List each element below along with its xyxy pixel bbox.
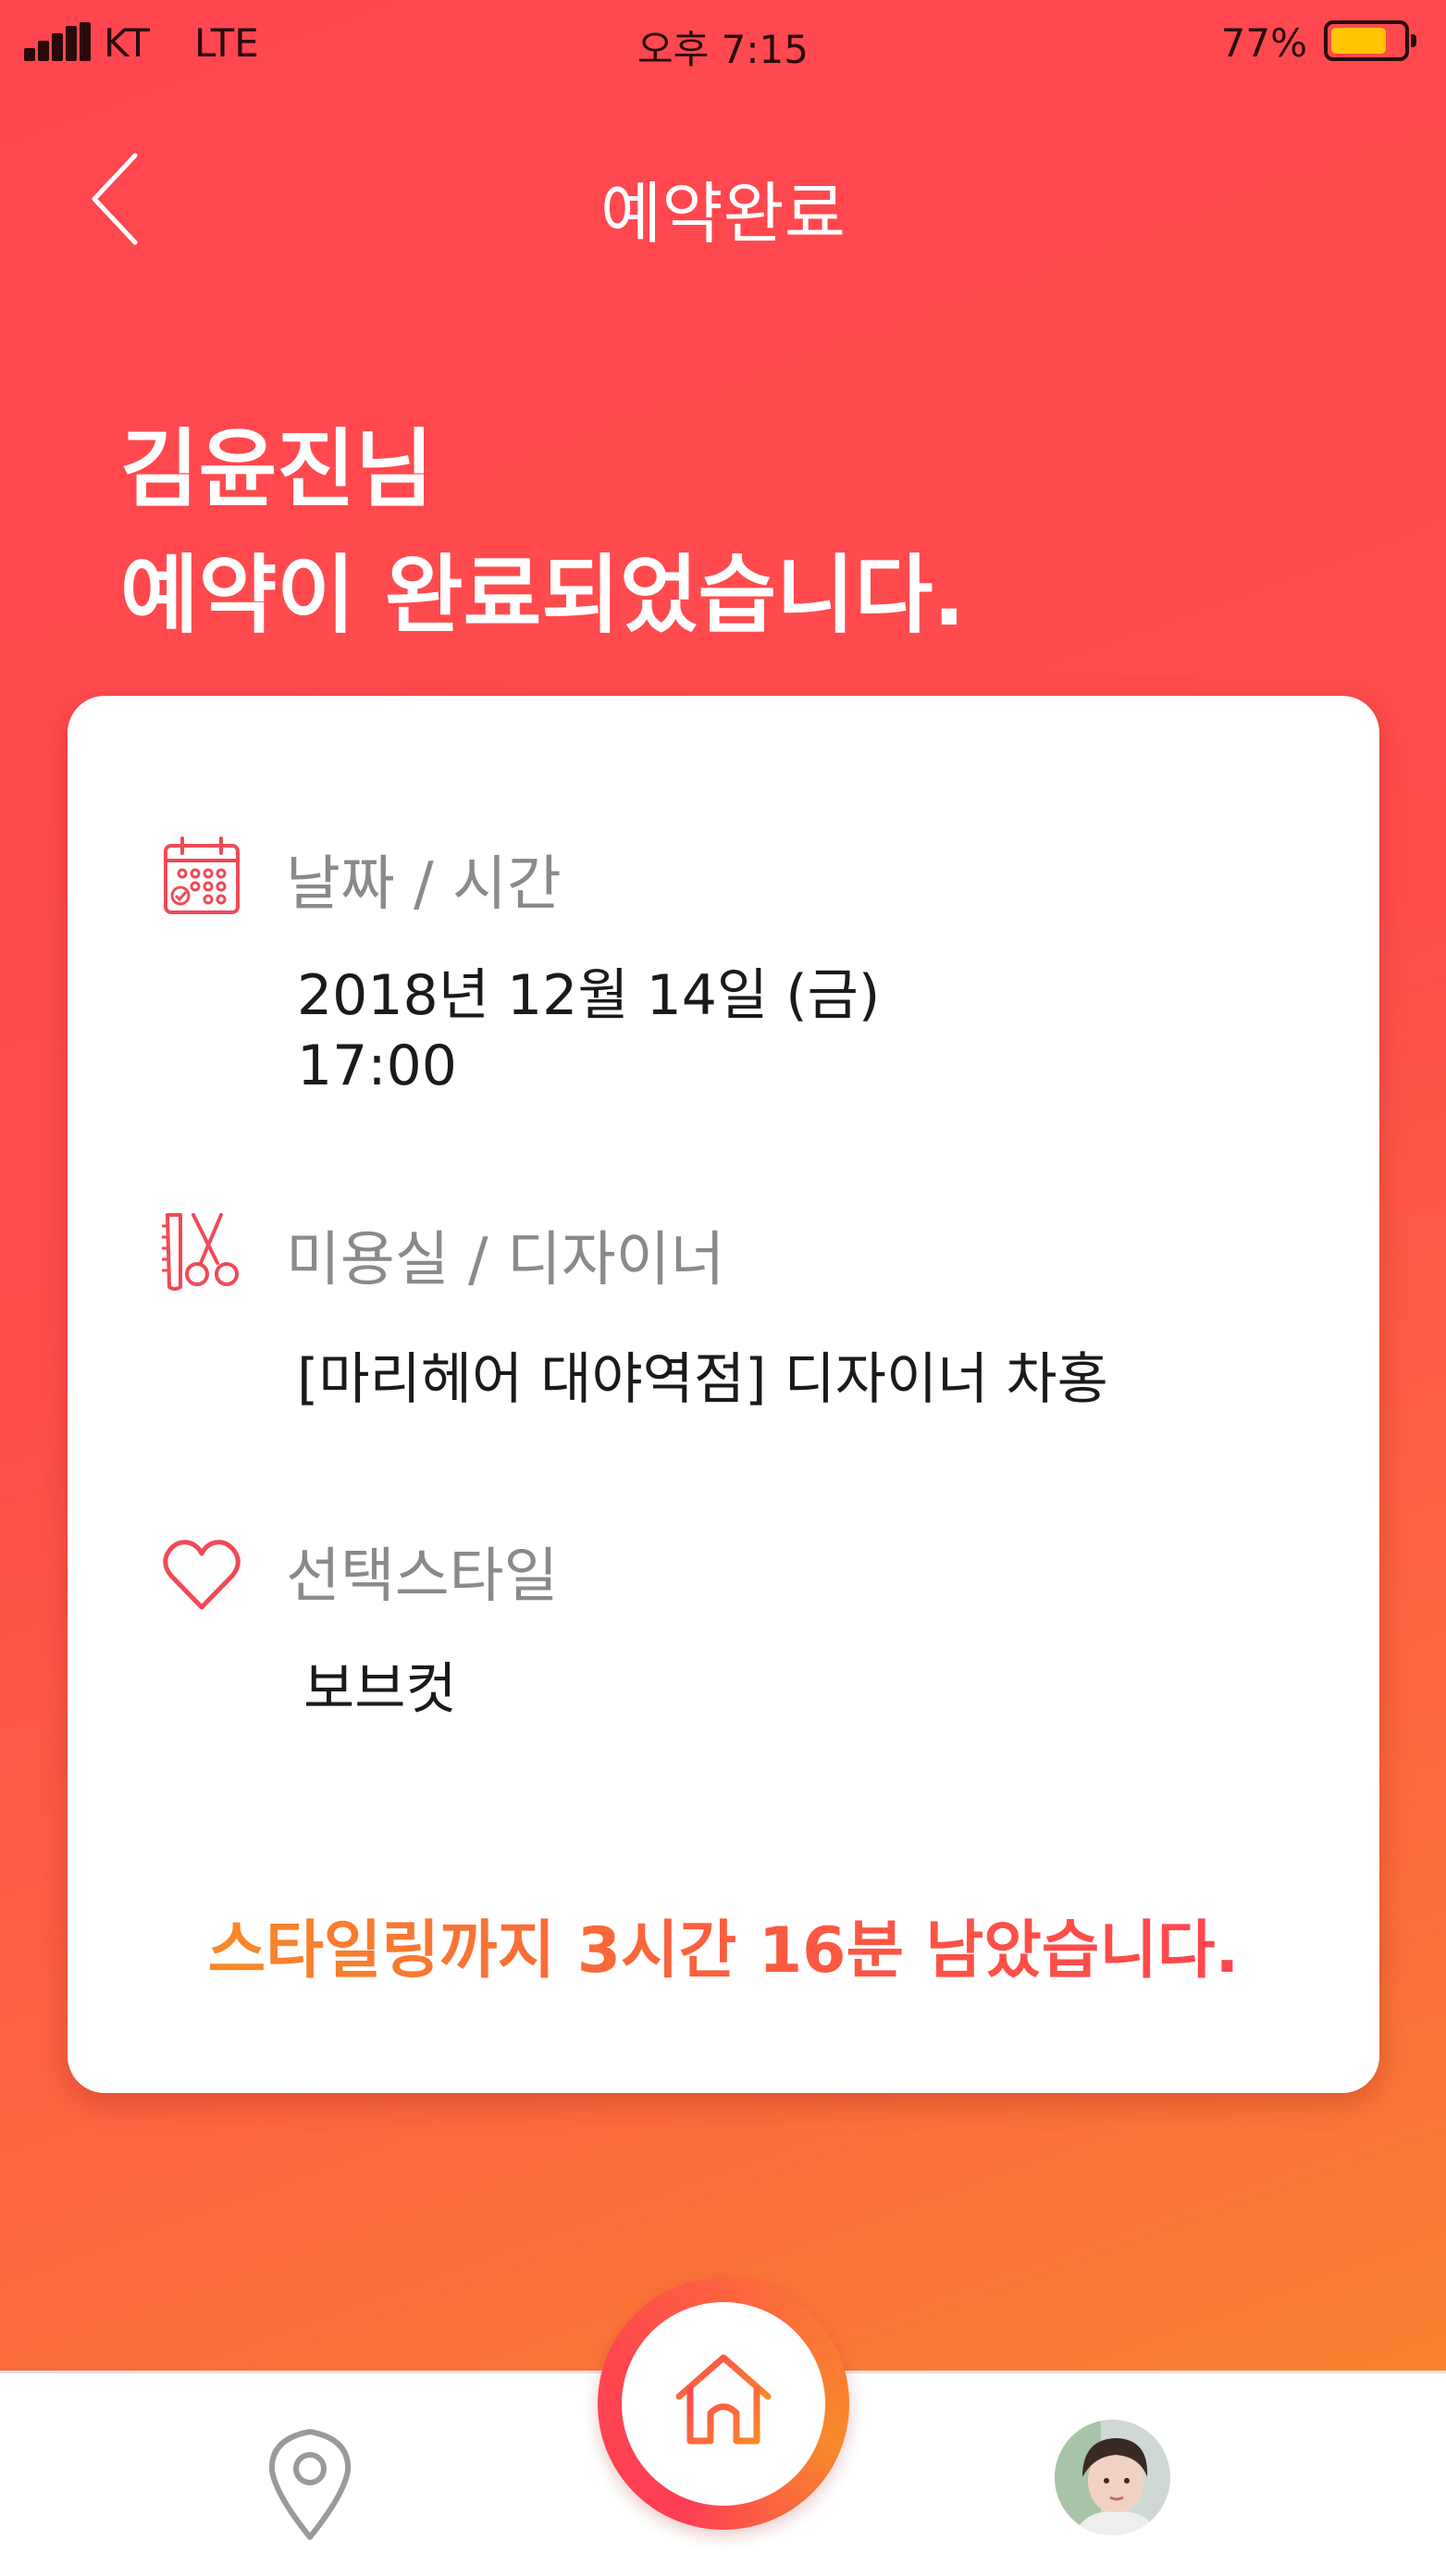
tab-profile[interactable] (1055, 2420, 1170, 2535)
location-pin-icon (268, 2429, 352, 2540)
status-bar: KT LTE 오후 7:15 77% (0, 0, 1446, 85)
salon-designer-value: [마리헤어 대야역점] 디자이너 차홍 (297, 1347, 1108, 1412)
reservation-time: 17:00 (297, 1034, 457, 1098)
profile-avatar (1055, 2420, 1170, 2535)
time-remaining-text: 스타일링까지 3시간 16분 남았습니다. (207, 1914, 1240, 1988)
reservation-date: 2018년 12월 14일 (금) (297, 963, 881, 1028)
salon-designer-label: 미용실 / 디자이너 (286, 1226, 725, 1294)
time-remaining-message: 스타일링까지 3시간 16분 남았습니다. (68, 1899, 1379, 1990)
tab-home[interactable] (598, 2278, 849, 2530)
completion-message: 예약이 완료되었습니다. (120, 546, 966, 645)
reservation-complete-screen: KT LTE 오후 7:15 77% 예약완료 김윤진님 예약이 완료되었습니다… (0, 0, 1446, 2576)
tab-location[interactable] (259, 2424, 361, 2545)
selected-style-label: 선택스타일 (286, 1542, 559, 1611)
customer-name-line: 김윤진님 (120, 420, 434, 519)
battery-percent: 77% (1220, 20, 1307, 66)
battery-icon (1324, 20, 1416, 61)
calendar-icon (164, 836, 240, 914)
page-title: 예약완료 (600, 175, 846, 253)
datetime-label: 날짜 / 시간 (286, 850, 562, 919)
heart-icon (163, 1540, 241, 1610)
completion-headline: 김윤진님 예약이 완료되었습니다. (120, 407, 965, 659)
home-button-inner (622, 2302, 825, 2506)
battery-fill (1331, 28, 1386, 54)
home-icon (675, 2354, 772, 2445)
comb-scissors-icon (162, 1213, 239, 1291)
selected-style-value: 보브컷 (303, 1657, 457, 1722)
reservation-card: 날짜 / 시간 2018년 12월 14일 (금) 17:00 미용실 / 디자… (68, 696, 1379, 2093)
